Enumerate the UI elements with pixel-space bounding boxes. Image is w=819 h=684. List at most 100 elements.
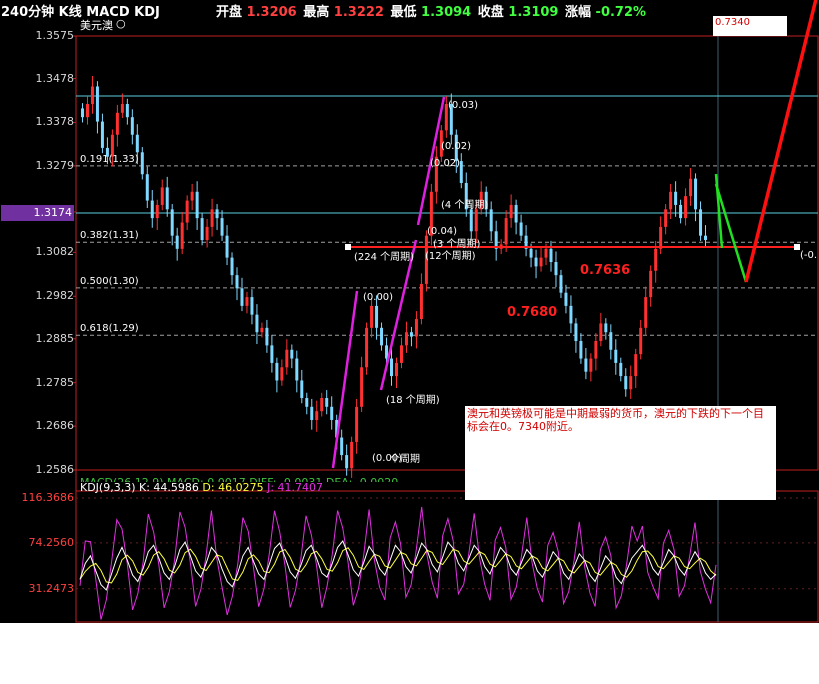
candle-body	[549, 248, 553, 262]
candle-body	[250, 297, 254, 315]
candle-body	[170, 209, 174, 236]
candle-body	[90, 86, 94, 105]
kdj-axis-label: 116.3686	[21, 491, 75, 504]
candle-body	[280, 367, 284, 381]
symbol-circle-icon: ○	[116, 17, 126, 30]
candle-body	[180, 222, 184, 249]
annotation-box: 澳元和英镑极可能是中期最弱的货币，澳元的下跌的下一个目标会在0。7340附近。	[465, 406, 776, 500]
candle-body	[414, 319, 418, 337]
kdj-j-value: J: 41.7407	[267, 481, 324, 494]
candle-body	[245, 297, 249, 306]
candle-body	[390, 358, 394, 377]
candle-body	[529, 248, 533, 258]
kdj-legend: KDJ(9,3,3) K: 44.5986 D: 46.0275 J: 41.7…	[80, 481, 323, 494]
candle-body	[260, 327, 264, 333]
candle-body	[175, 235, 179, 249]
open-label: 开盘	[216, 5, 243, 20]
candle-body	[674, 191, 678, 205]
candle-body	[375, 305, 379, 328]
cycle-label: (4 个周期)	[441, 200, 489, 211]
candle-body	[509, 204, 513, 219]
candle-body	[679, 204, 683, 219]
candle-body	[624, 376, 628, 390]
candle-body	[320, 398, 324, 412]
candle-body	[380, 327, 384, 346]
candle-body	[654, 248, 658, 271]
candle-body	[305, 398, 309, 407]
candle-body	[135, 134, 139, 153]
target-price-box: 0.7340	[713, 16, 787, 36]
close-label: 收盘	[477, 5, 504, 20]
candle-body	[539, 257, 543, 267]
candle-body	[340, 437, 344, 456]
fib-label: 0.191(1.33)	[80, 153, 139, 165]
candle-body	[315, 411, 319, 420]
period-label: 240分钟	[1, 5, 55, 20]
candle-body	[270, 345, 274, 363]
candle-body	[504, 218, 508, 245]
support-marker-left	[345, 244, 351, 250]
change-value: -0.72%	[595, 5, 647, 20]
price-axis-label: 1.2686	[35, 419, 75, 433]
candle-body	[404, 332, 408, 346]
candle-body	[310, 406, 314, 420]
candle-body	[474, 209, 478, 232]
candle-body	[594, 340, 598, 359]
low-value: 1.3094	[421, 5, 472, 20]
price-axis-label: 1.3279	[35, 158, 75, 172]
candle-body	[330, 406, 334, 420]
candle-body	[659, 226, 663, 249]
chart-kind-label: K线	[58, 5, 82, 20]
candle-body	[684, 196, 688, 219]
cycle-label: 个周期	[390, 454, 420, 465]
candle-body	[230, 257, 234, 276]
candle-body	[564, 292, 568, 306]
candle-body	[140, 152, 144, 175]
symbol-label: 美元澳	[80, 19, 113, 32]
candle-body	[120, 104, 124, 113]
candle-body	[574, 323, 578, 341]
candle-body	[190, 191, 194, 201]
candle-body	[195, 191, 199, 219]
kdj-d-value: D: 46.0275	[202, 481, 264, 494]
price-axis-label: 1.3378	[35, 115, 75, 129]
candle-body	[285, 349, 289, 368]
candle-body	[489, 209, 493, 232]
candle-body	[185, 200, 189, 223]
cycle-label: (18 个周期)	[386, 395, 440, 406]
candle-body	[629, 376, 633, 390]
candle-body	[160, 187, 164, 205]
candle-body	[215, 209, 219, 219]
kdj-frame	[75, 490, 819, 623]
candle-body	[240, 288, 244, 306]
candle-body	[704, 235, 708, 241]
price-axis-label: 1.2982	[35, 289, 75, 303]
candle-body	[220, 218, 224, 236]
candle-body	[130, 117, 134, 135]
open-value: 1.3206	[246, 5, 297, 20]
candle-body	[409, 332, 413, 337]
candle-body	[534, 257, 538, 267]
candle-body	[634, 354, 638, 377]
low-label: 最低	[390, 5, 417, 20]
fib-value-label: 0.7636	[580, 263, 631, 278]
candle-body	[419, 283, 423, 320]
current-price-tag: 1.3174	[1, 205, 74, 221]
candle-body	[80, 108, 84, 118]
candle-body	[589, 358, 593, 372]
price-axis-label: 1.2885	[35, 331, 75, 345]
candle-body	[360, 367, 364, 407]
kdj-k-value: K: 44.5986	[139, 481, 199, 494]
candle-body	[150, 200, 154, 219]
candle-body	[399, 345, 403, 363]
candle-body	[325, 398, 329, 407]
price-axis-label: 1.3478	[35, 71, 75, 85]
candle-body	[689, 178, 693, 197]
kdj-axis-label: 74.2560	[28, 535, 75, 549]
cycle-label: (224 个周期)	[354, 252, 415, 263]
candle-body	[579, 340, 583, 359]
candle-body	[609, 332, 613, 350]
cycle-label: (0.02)	[441, 141, 472, 152]
close-value: 1.3109	[508, 5, 559, 20]
chart-canvas	[73, 0, 819, 623]
